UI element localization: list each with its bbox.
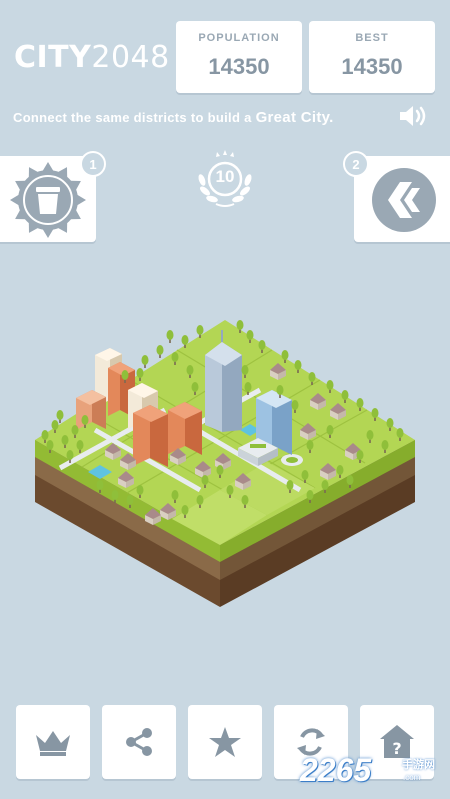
best-score-box: BEST 14350 <box>309 21 435 93</box>
best-label: BEST <box>355 32 389 44</box>
population-value: 14350 <box>208 54 270 79</box>
powerup-right-count: 2 <box>343 151 369 177</box>
level-number: 10 <box>215 167 235 186</box>
rate-button[interactable] <box>188 705 262 779</box>
population-label: POPULATION <box>198 32 280 44</box>
watermark-brand: 2265 <box>300 752 372 788</box>
crown-icon <box>36 731 70 756</box>
watermark-url: .com <box>403 773 421 782</box>
best-value: 14350 <box>341 54 403 79</box>
population-box: POPULATION 14350 <box>176 21 302 93</box>
tower-orange-center <box>133 405 168 467</box>
game-logo: CITY2048 <box>14 40 170 75</box>
undo-chevron-icon <box>372 168 436 232</box>
powerup-left-count: 1 <box>80 151 106 177</box>
sound-icon[interactable] <box>398 105 428 127</box>
leaderboard-button[interactable] <box>16 705 90 779</box>
share-icon <box>126 728 152 756</box>
city-board[interactable] <box>0 300 450 620</box>
tagline: Connect the same districts to build a Gr… <box>13 109 334 126</box>
share-button[interactable] <box>102 705 176 779</box>
powerup-undo-button[interactable] <box>354 156 450 242</box>
star-icon <box>209 727 241 757</box>
watermark-cn: 手游网 <box>402 759 435 771</box>
svg-text:?: ? <box>392 739 401 758</box>
